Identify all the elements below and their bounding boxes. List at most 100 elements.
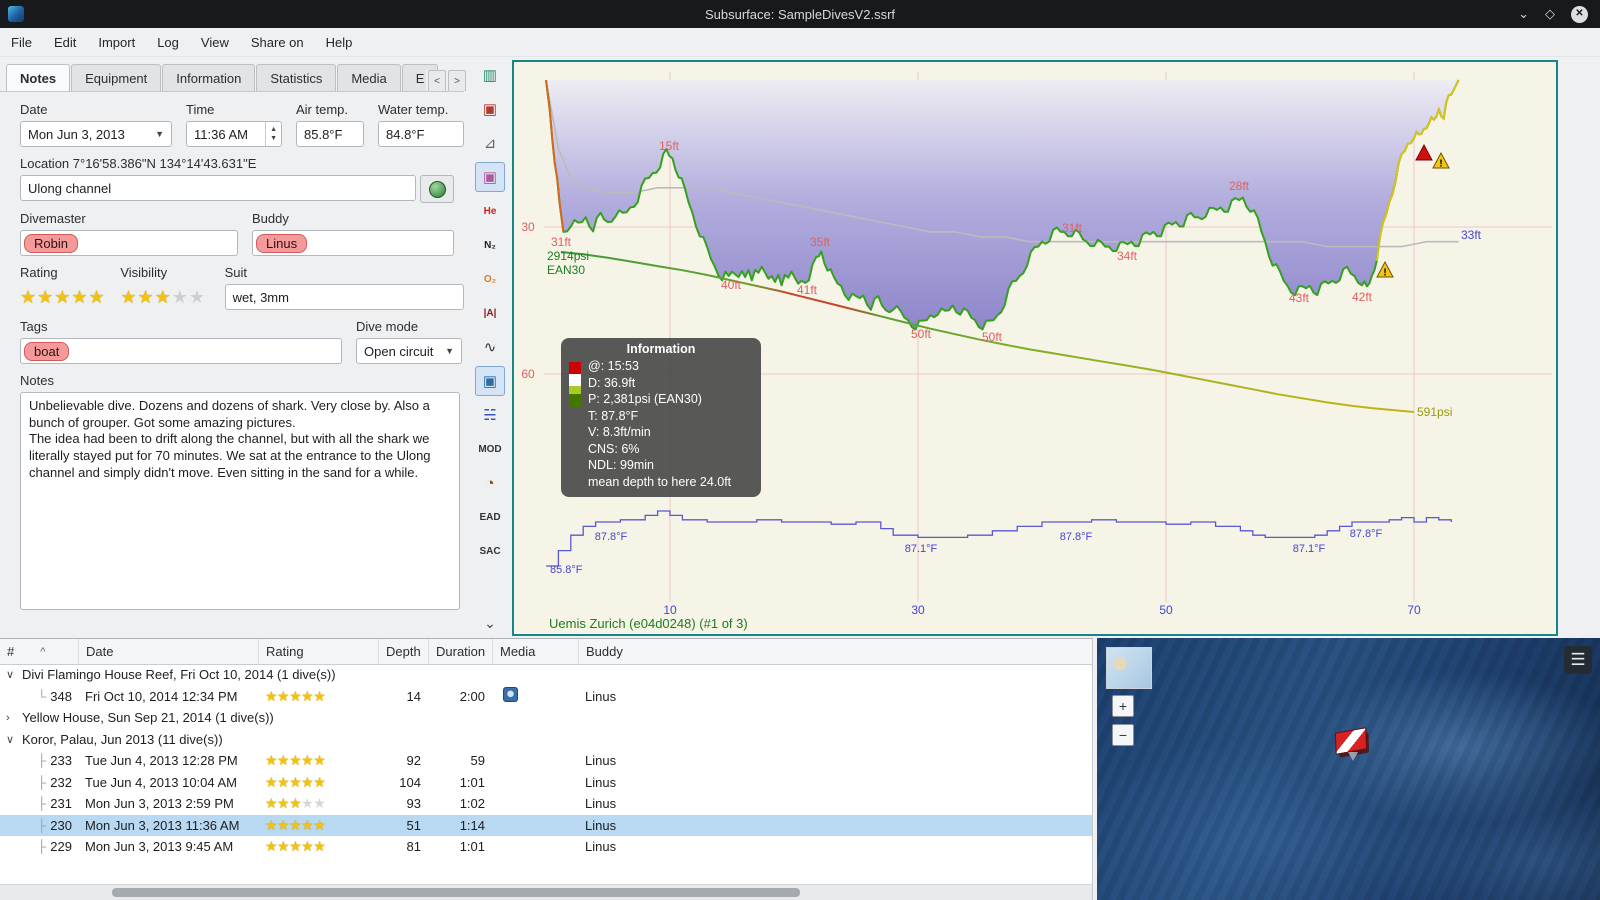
dive-list-rows: ∨ Divi Flamingo House Reef, Fri Oct 10, 2… — [0, 664, 1092, 884]
dive-date: Mon Jun 3, 2013 11:36 AM — [85, 817, 240, 833]
menu-help[interactable]: Help — [315, 32, 364, 53]
maximize-window-button[interactable]: ◇ — [1545, 5, 1555, 23]
caret-expanded-icon[interactable]: ∨ — [6, 733, 16, 746]
sac-toggle-icon[interactable]: SAC — [475, 536, 505, 566]
divemaster-label: Divemaster — [20, 211, 86, 226]
mod-toggle-icon[interactable]: MOD — [475, 434, 505, 464]
dive-depth: 104 — [399, 774, 421, 790]
suit-field[interactable]: wet, 3mm — [224, 284, 464, 310]
tab-information[interactable]: Information — [162, 64, 256, 91]
ndl-toggle-icon[interactable]: ◔ — [475, 468, 505, 498]
dive-date: Mon Jun 3, 2013 2:59 PM — [85, 796, 234, 812]
ead-toggle-icon[interactable]: EAD — [475, 502, 505, 532]
column-buddy[interactable]: Buddy — [578, 639, 1092, 664]
date-combobox[interactable]: Mon Jun 3, 2013 ▼ — [20, 121, 172, 147]
menu-file[interactable]: File — [0, 32, 43, 53]
dive-row-232[interactable]: ├ 232 Tue Jun 4, 2013 10:04 AM ★★★★★ 104 1:01… — [0, 772, 1092, 794]
column-rating[interactable]: Rating — [258, 639, 378, 664]
tree-branch-icon: ├ — [37, 753, 47, 769]
column-duration[interactable]: Duration — [428, 639, 492, 664]
divemaster-tag[interactable]: Robin — [24, 233, 78, 253]
dive-row-229[interactable]: ├ 229 Mon Jun 3, 2013 9:45 AM ★★★★★ 81 1:01 Li… — [0, 836, 1092, 858]
buddy-tag[interactable]: Linus — [256, 233, 308, 253]
tree-branch-icon: └ — [37, 688, 47, 704]
time-spinner[interactable]: 11:36 AM ▲ ▼ — [186, 121, 282, 147]
svg-text:Uemis Zurich (e04d0248) (#1 of: Uemis Zurich (e04d0248) (#1 of 3) — [549, 616, 748, 631]
dive-computer-toggle-icon[interactable]: ▥ — [475, 60, 505, 90]
buddy-field[interactable]: Linus — [252, 230, 454, 256]
overview-mini-map[interactable] — [1106, 647, 1152, 689]
media-overlay-toggle-icon[interactable]: ▣ — [475, 162, 505, 192]
dive-number: 233 — [50, 753, 72, 769]
divemaster-field[interactable]: Robin — [20, 230, 238, 256]
dive-row-230[interactable]: ├ 230 Mon Jun 3, 2013 11:36 AM ★★★★★ 51 1:14 L… — [0, 814, 1092, 836]
dive-flag-marker[interactable] — [1334, 727, 1370, 761]
tab-notes[interactable]: Notes — [6, 64, 71, 91]
menu-import[interactable]: Import — [87, 32, 146, 53]
helium-graph-toggle-icon[interactable]: He — [475, 196, 505, 226]
caret-collapsed-icon[interactable]: › — [6, 712, 16, 724]
tooltip-row: D: 36.9ft — [588, 375, 636, 390]
dive-row-348[interactable]: └ 348 Fri Oct 10, 2014 12:34 PM ★★★★★ 14 2:00… — [0, 686, 1092, 708]
tab-equipment[interactable]: Equipment — [71, 64, 162, 91]
tooltip-row: T: 87.8°F — [588, 408, 639, 423]
scrollbar-thumb[interactable] — [112, 888, 800, 897]
rating-stars[interactable]: ★★★★★ — [20, 284, 106, 310]
dive-mode-select[interactable]: Open circuit ▼ — [356, 338, 462, 364]
air-temp-field[interactable]: 85.8°F — [296, 121, 364, 147]
air-temp-label: Air temp. — [296, 102, 349, 117]
visibility-stars[interactable]: ★★★★★ — [120, 284, 210, 310]
tab-scroll-right-icon[interactable]: > — [448, 70, 466, 91]
column-number[interactable]: # ^ — [0, 639, 78, 664]
tab-media[interactable]: Media — [337, 64, 401, 91]
column-depth[interactable]: Depth — [378, 639, 428, 664]
trip-row[interactable]: ∨ Koror, Palau, Jun 2013 (11 dive(s)) — [0, 729, 1092, 751]
air-toggle-icon[interactable]: |A| — [475, 298, 505, 328]
location-label: Location 7°16'58.386"N 134°14'43.631"E — [20, 156, 257, 171]
ruler-toggle-icon[interactable]: ⊿ — [475, 128, 505, 158]
svg-text:31ft: 31ft — [1062, 221, 1083, 235]
shade-window-button[interactable]: ⌄ — [1518, 5, 1529, 23]
picture-frame-toggle-icon[interactable]: ▣ — [475, 94, 505, 124]
menu-view[interactable]: View — [190, 32, 240, 53]
menu-log[interactable]: Log — [146, 32, 190, 53]
oxygen-graph-toggle-icon[interactable]: O₂ — [475, 264, 505, 294]
collapse-toolbar-chevron-icon[interactable]: ⌄ — [475, 612, 505, 634]
ceiling-toggle-icon[interactable]: ☵ — [475, 400, 505, 430]
water-temp-field[interactable]: 84.8°F — [378, 121, 464, 147]
dive-list: # ^ Date Rating Depth Duration Media Bud… — [0, 638, 1093, 900]
map-zoom-in-button[interactable]: + — [1112, 695, 1134, 717]
heart-rate-toggle-icon[interactable]: ∿ — [475, 332, 505, 362]
tab-scroll-left-icon[interactable]: < — [428, 70, 446, 91]
tooltip-row: NDL: 99min — [588, 458, 654, 472]
menu-edit[interactable]: Edit — [43, 32, 87, 53]
map-zoom-out-button[interactable]: − — [1112, 724, 1134, 746]
nitrogen-graph-toggle-icon[interactable]: N₂ — [475, 230, 505, 260]
dive-number: 229 — [50, 839, 72, 855]
photo-icon — [503, 687, 518, 703]
tags-label: Tags — [20, 319, 48, 334]
trip-title: Yellow House, Sun Sep 21, 2014 (1 dive(s… — [22, 710, 274, 726]
dive-site-map[interactable]: + − ☰ — [1097, 638, 1600, 900]
photos-toggle-icon[interactable]: ▣ — [475, 366, 505, 396]
caret-expanded-icon[interactable]: ∨ — [6, 668, 16, 681]
spinner-arrows-icon[interactable]: ▲ ▼ — [265, 122, 277, 146]
tags-field[interactable]: boat — [20, 338, 342, 364]
tab-statistics[interactable]: Statistics — [256, 64, 337, 91]
tag-boat[interactable]: boat — [24, 341, 70, 361]
trip-row[interactable]: › Yellow House, Sun Sep 21, 2014 (1 dive(… — [0, 707, 1092, 729]
notes-textarea[interactable]: Unbelievable dive. Dozens and dozens of … — [20, 392, 460, 610]
column-date[interactable]: Date — [78, 639, 258, 664]
close-window-button[interactable]: ✕ — [1571, 5, 1588, 23]
location-input[interactable]: Ulong channel — [20, 175, 416, 201]
column-media[interactable]: Media — [492, 639, 578, 664]
globe-button[interactable] — [420, 175, 454, 203]
map-menu-button[interactable]: ☰ — [1564, 646, 1592, 674]
svg-text:41ft: 41ft — [797, 283, 818, 297]
menu-share-on[interactable]: Share on — [240, 32, 315, 53]
dive-depth: 92 — [406, 753, 421, 769]
trip-row[interactable]: ∨ Divi Flamingo House Reef, Fri Oct 10, 2… — [0, 664, 1092, 686]
dive-row-231[interactable]: ├ 231 Mon Jun 3, 2013 2:59 PM ★★★★★ 93 1:02 Li… — [0, 793, 1092, 815]
dive-row-233[interactable]: ├ 233 Tue Jun 4, 2013 12:28 PM ★★★★★ 92 59 Lin… — [0, 750, 1092, 772]
horizontal-scrollbar[interactable] — [0, 884, 1092, 900]
